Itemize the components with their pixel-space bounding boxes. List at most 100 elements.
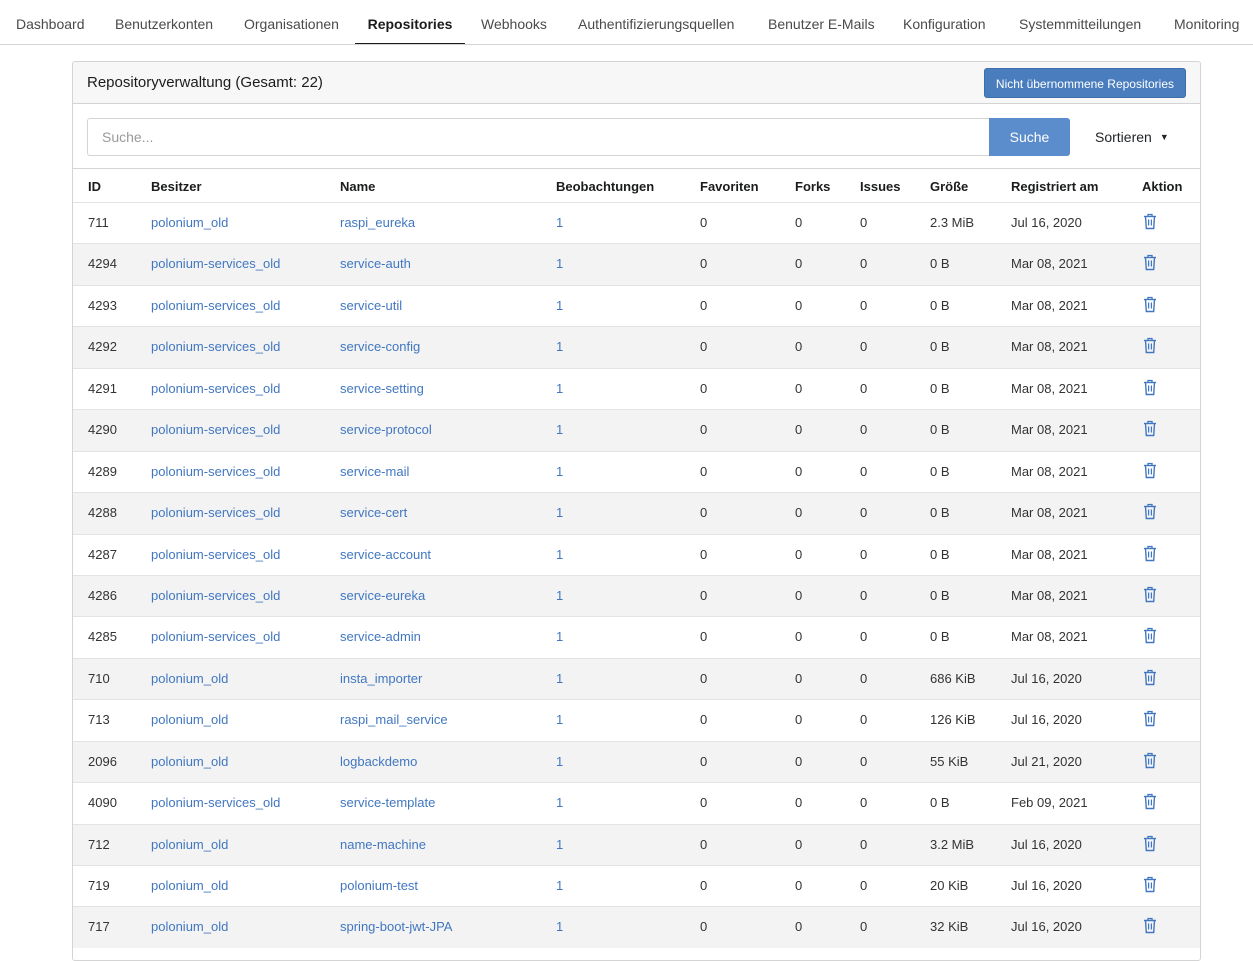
repo-name-link[interactable]: service-admin <box>340 617 421 657</box>
header-size[interactable]: Größe <box>930 169 968 205</box>
watchers-link[interactable]: 1 <box>556 866 563 906</box>
owner-link[interactable]: polonium-services_old <box>151 327 280 367</box>
owner-link[interactable]: polonium_old <box>151 907 228 947</box>
trash-icon[interactable] <box>1143 669 1157 686</box>
owner-link[interactable]: polonium-services_old <box>151 369 280 409</box>
trash-icon[interactable] <box>1143 917 1157 934</box>
trash-icon[interactable] <box>1143 213 1157 230</box>
unadopted-repositories-button[interactable]: Nicht übernommene Repositories <box>983 68 1186 98</box>
trash-icon[interactable] <box>1143 710 1157 727</box>
tab-dashboard[interactable]: Dashboard <box>16 0 85 44</box>
owner-link[interactable]: polonium-services_old <box>151 783 280 823</box>
tab-auth-sources[interactable]: Authentifizierungsquellen <box>578 0 734 44</box>
trash-icon[interactable] <box>1143 420 1157 437</box>
watchers-link[interactable]: 1 <box>556 659 563 699</box>
tab-configuration[interactable]: Konfiguration <box>903 0 986 44</box>
watchers-link[interactable]: 1 <box>556 410 563 450</box>
trash-icon[interactable] <box>1143 462 1157 479</box>
watchers-link[interactable]: 1 <box>556 327 563 367</box>
repo-name-link[interactable]: raspi_mail_service <box>340 700 448 740</box>
watchers-link[interactable]: 1 <box>556 452 563 492</box>
watchers-link[interactable]: 1 <box>556 907 563 947</box>
header-id[interactable]: ID <box>88 169 101 205</box>
trash-icon[interactable] <box>1143 503 1157 520</box>
owner-link[interactable]: polonium-services_old <box>151 535 280 575</box>
watchers-link[interactable]: 1 <box>556 203 563 243</box>
tab-organizations[interactable]: Organisationen <box>244 0 339 44</box>
repo-name-link[interactable]: raspi_eureka <box>340 203 415 243</box>
watchers-link[interactable]: 1 <box>556 783 563 823</box>
search-input[interactable] <box>87 118 989 156</box>
owner-link[interactable]: polonium-services_old <box>151 244 280 284</box>
repo-name-link[interactable]: name-machine <box>340 825 426 865</box>
header-owner[interactable]: Besitzer <box>151 169 202 205</box>
repo-name-link[interactable]: service-util <box>340 286 402 326</box>
header-created[interactable]: Registriert am <box>1011 169 1098 205</box>
trash-icon[interactable] <box>1143 379 1157 396</box>
trash-icon[interactable] <box>1143 835 1157 852</box>
repo-name-link[interactable]: service-setting <box>340 369 424 409</box>
repo-name-link[interactable]: logbackdemo <box>340 742 417 782</box>
trash-icon[interactable] <box>1143 545 1157 562</box>
owner-link[interactable]: polonium_old <box>151 203 228 243</box>
repo-name-link[interactable]: service-eureka <box>340 576 425 616</box>
trash-icon[interactable] <box>1143 586 1157 603</box>
tab-repositories[interactable]: Repositories <box>355 0 465 44</box>
table-row: 2096 polonium_old logbackdemo 1 0 0 0 55 KiB Jul… <box>73 740 1200 783</box>
owner-link[interactable]: polonium_old <box>151 659 228 699</box>
owner-link[interactable]: polonium_old <box>151 866 228 906</box>
sort-dropdown[interactable]: Sortieren ▼ <box>1095 129 1169 145</box>
watchers-link[interactable]: 1 <box>556 535 563 575</box>
watchers-link[interactable]: 1 <box>556 286 563 326</box>
owner-link[interactable]: polonium-services_old <box>151 410 280 450</box>
watchers-link[interactable]: 1 <box>556 700 563 740</box>
owner-link[interactable]: polonium-services_old <box>151 452 280 492</box>
watchers-link[interactable]: 1 <box>556 825 563 865</box>
trash-icon[interactable] <box>1143 876 1157 893</box>
repo-name-link[interactable]: service-auth <box>340 244 411 284</box>
repo-name-link[interactable]: service-account <box>340 535 431 575</box>
owner-link[interactable]: polonium_old <box>151 825 228 865</box>
owner-link[interactable]: polonium_old <box>151 742 228 782</box>
owner-link[interactable]: polonium-services_old <box>151 617 280 657</box>
header-watchers[interactable]: Beobachtungen <box>556 169 654 205</box>
owner-link[interactable]: polonium-services_old <box>151 576 280 616</box>
watchers-link[interactable]: 1 <box>556 244 563 284</box>
search-button[interactable]: Suche <box>989 118 1070 156</box>
watchers-link[interactable]: 1 <box>556 617 563 657</box>
tab-webhooks[interactable]: Webhooks <box>481 0 547 44</box>
tab-monitoring[interactable]: Monitoring <box>1174 0 1239 44</box>
trash-icon[interactable] <box>1143 627 1157 644</box>
repo-name-link[interactable]: service-template <box>340 783 435 823</box>
cell-created: Mar 08, 2021 <box>1011 256 1088 272</box>
owner-link[interactable]: polonium-services_old <box>151 493 280 533</box>
tab-user-accounts[interactable]: Benutzerkonten <box>115 0 213 44</box>
repo-name-link[interactable]: service-config <box>340 327 420 367</box>
repo-name-link[interactable]: service-protocol <box>340 410 432 450</box>
watchers-link[interactable]: 1 <box>556 369 563 409</box>
tab-user-emails[interactable]: Benutzer E-Mails <box>768 0 875 44</box>
watchers-link[interactable]: 1 <box>556 576 563 616</box>
trash-icon[interactable] <box>1143 752 1157 769</box>
repo-name-link[interactable]: service-mail <box>340 452 409 492</box>
watchers-link[interactable]: 1 <box>556 493 563 533</box>
table-row: 710 polonium_old insta_importer 1 0 0 0 686 KiB… <box>73 657 1200 700</box>
owner-link[interactable]: polonium_old <box>151 700 228 740</box>
watchers-link[interactable]: 1 <box>556 742 563 782</box>
trash-icon[interactable] <box>1143 337 1157 354</box>
cell-size: 126 KiB <box>930 712 976 728</box>
tab-system-notices[interactable]: Systemmitteilungen <box>1019 0 1141 44</box>
trash-icon[interactable] <box>1143 254 1157 271</box>
trash-icon[interactable] <box>1143 296 1157 313</box>
repo-name-link[interactable]: service-cert <box>340 493 407 533</box>
repo-name-link[interactable]: insta_importer <box>340 659 422 699</box>
trash-icon[interactable] <box>1143 793 1157 810</box>
header-name[interactable]: Name <box>340 169 375 205</box>
owner-link[interactable]: polonium-services_old <box>151 286 280 326</box>
cell-stars: 0 <box>700 215 708 230</box>
header-forks[interactable]: Forks <box>795 169 830 205</box>
repo-name-link[interactable]: polonium-test <box>340 866 418 906</box>
header-stars[interactable]: Favoriten <box>700 169 759 205</box>
header-issues[interactable]: Issues <box>860 169 900 205</box>
repo-name-link[interactable]: spring-boot-jwt-JPA <box>340 907 452 947</box>
